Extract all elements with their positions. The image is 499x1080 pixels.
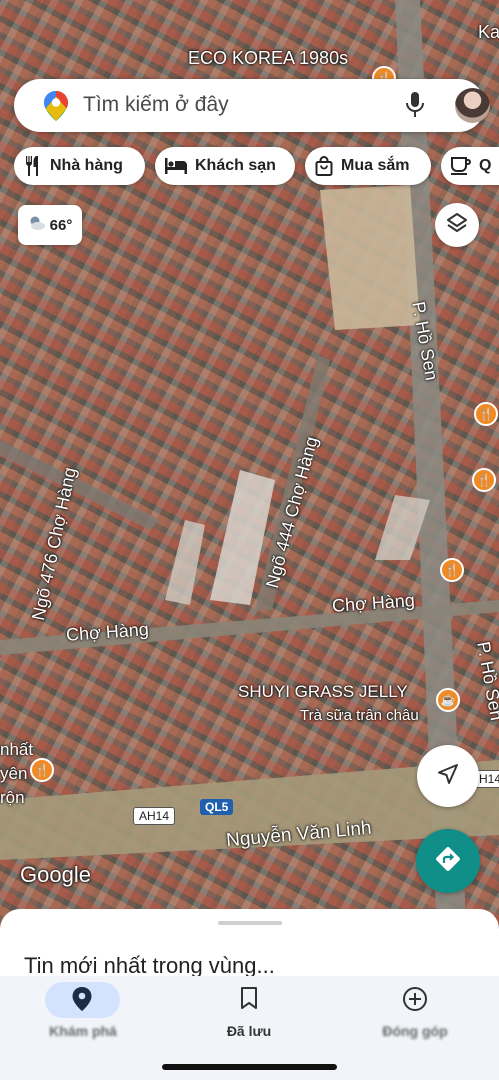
layers-icon — [446, 212, 468, 239]
my-location-button[interactable] — [417, 745, 479, 807]
fork-knife-icon — [24, 156, 42, 176]
nav-contribute[interactable]: Đóng góp — [332, 976, 498, 1046]
search-bar[interactable]: Tìm kiếm ở đây — [14, 79, 490, 132]
road-shield-ah14: AH14 — [133, 807, 176, 825]
cafe-poi-icon[interactable]: ☕ — [436, 688, 460, 712]
directions-turn-icon — [435, 846, 461, 877]
nav-label-explore: Khám phá — [49, 1023, 117, 1039]
place-label-top-right[interactable]: Ka — [478, 22, 499, 43]
nav-label-contribute: Đóng góp — [382, 1023, 448, 1039]
nav-saved[interactable]: Đã lưu — [166, 976, 332, 1046]
nav-label-saved: Đã lưu — [226, 1023, 272, 1039]
restaurant-poi-icon[interactable]: 🍴 — [472, 468, 496, 492]
nav-explore[interactable]: Khám phá — [0, 976, 166, 1046]
search-input[interactable]: Tìm kiếm ở đây — [83, 93, 229, 117]
directions-button[interactable] — [416, 829, 480, 893]
partly-cloudy-icon — [28, 216, 46, 234]
bookmark-icon — [239, 986, 259, 1015]
place-label-eco-korea[interactable]: ECO KOREA 1980s — [188, 48, 348, 69]
chip-label: Nhà hàng — [50, 157, 123, 174]
place-label-left-edge[interactable]: nhất yên rộn — [0, 738, 33, 810]
chip-label: Q — [479, 157, 492, 174]
avatar[interactable] — [455, 88, 490, 123]
place-sublabel-tra-sua: Trà sữa trân châu — [300, 707, 419, 724]
chip-cafe[interactable]: Q — [441, 147, 499, 185]
restaurant-poi-icon[interactable]: 🍴 — [474, 402, 498, 426]
weather-badge[interactable]: 66° — [18, 205, 82, 245]
google-logo: Google — [20, 862, 91, 887]
navigation-arrow-icon — [437, 763, 459, 790]
layers-button[interactable] — [435, 203, 479, 247]
restaurant-poi-icon[interactable]: 🍴 — [30, 758, 54, 782]
road-shield-ql5: QL5 — [200, 799, 234, 815]
shopping-bag-icon — [315, 156, 333, 176]
sheet-drag-handle[interactable] — [218, 921, 282, 925]
weather-temp: 66° — [49, 216, 73, 234]
coffee-cup-icon — [451, 157, 471, 175]
restaurant-poi-icon[interactable]: 🍴 — [440, 558, 464, 582]
chip-label: Khách sạn — [195, 157, 276, 174]
add-circle-icon — [402, 986, 428, 1017]
chip-label: Mua sắm — [341, 157, 410, 174]
home-indicator — [162, 1064, 337, 1070]
chip-hotels[interactable]: Khách sạn — [155, 147, 295, 185]
chip-shopping[interactable]: Mua sắm — [305, 147, 431, 185]
maps-pin-logo-icon — [44, 91, 68, 126]
microphone-icon[interactable] — [406, 92, 424, 123]
location-pin-icon — [71, 986, 93, 1017]
chip-restaurants[interactable]: Nhà hàng — [14, 147, 145, 185]
bed-icon — [165, 158, 187, 174]
place-label-shuyi[interactable]: SHUYI GRASS JELLY — [238, 682, 408, 702]
